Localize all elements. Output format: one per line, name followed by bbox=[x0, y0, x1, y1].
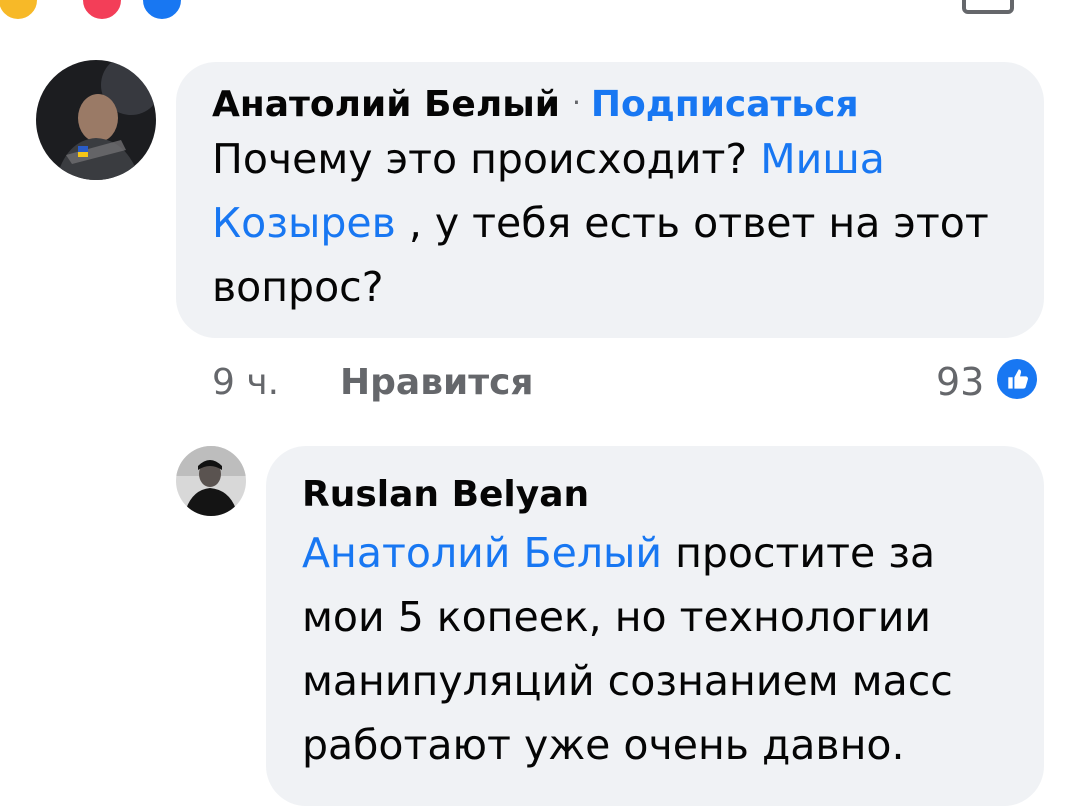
mention-link[interactable]: Анатолий Белый bbox=[302, 529, 662, 577]
reaction-like-icon bbox=[140, 0, 184, 20]
reaction-count[interactable]: 93 bbox=[936, 360, 984, 404]
reply-bubble: Ruslan Belyan Анатолий Белый простите за… bbox=[266, 446, 1044, 806]
avatar[interactable] bbox=[36, 60, 156, 180]
follow-button[interactable]: Подписаться bbox=[591, 84, 859, 125]
thumbs-up-icon bbox=[994, 356, 1040, 402]
reply-text: Анатолий Белый простите за мои 5 копеек,… bbox=[302, 521, 1010, 777]
top-reactions-strip bbox=[0, 0, 1080, 20]
comment-icon[interactable] bbox=[962, 0, 1014, 14]
like-button[interactable]: Нравится bbox=[340, 362, 534, 403]
comment-text: Почему это происходит? Миша Козырев , у … bbox=[212, 127, 1010, 319]
comment-header: Анатолий Белый · Подписаться bbox=[212, 84, 1010, 125]
comment-author[interactable]: Анатолий Белый bbox=[212, 84, 560, 125]
comment-text-part: Почему это происходит? bbox=[212, 135, 761, 183]
comment-time[interactable]: 9 ч. bbox=[212, 362, 279, 403]
comment-bubble: Анатолий Белый · Подписаться Почему это пр… bbox=[176, 62, 1044, 338]
reaction-love-icon bbox=[80, 0, 124, 20]
reaction-wow-icon bbox=[0, 0, 40, 20]
reply-header: Ruslan Belyan bbox=[302, 474, 1010, 515]
separator-dot: · bbox=[571, 86, 581, 119]
reply-author[interactable]: Ruslan Belyan bbox=[302, 474, 589, 515]
reply-avatar[interactable] bbox=[176, 446, 246, 516]
